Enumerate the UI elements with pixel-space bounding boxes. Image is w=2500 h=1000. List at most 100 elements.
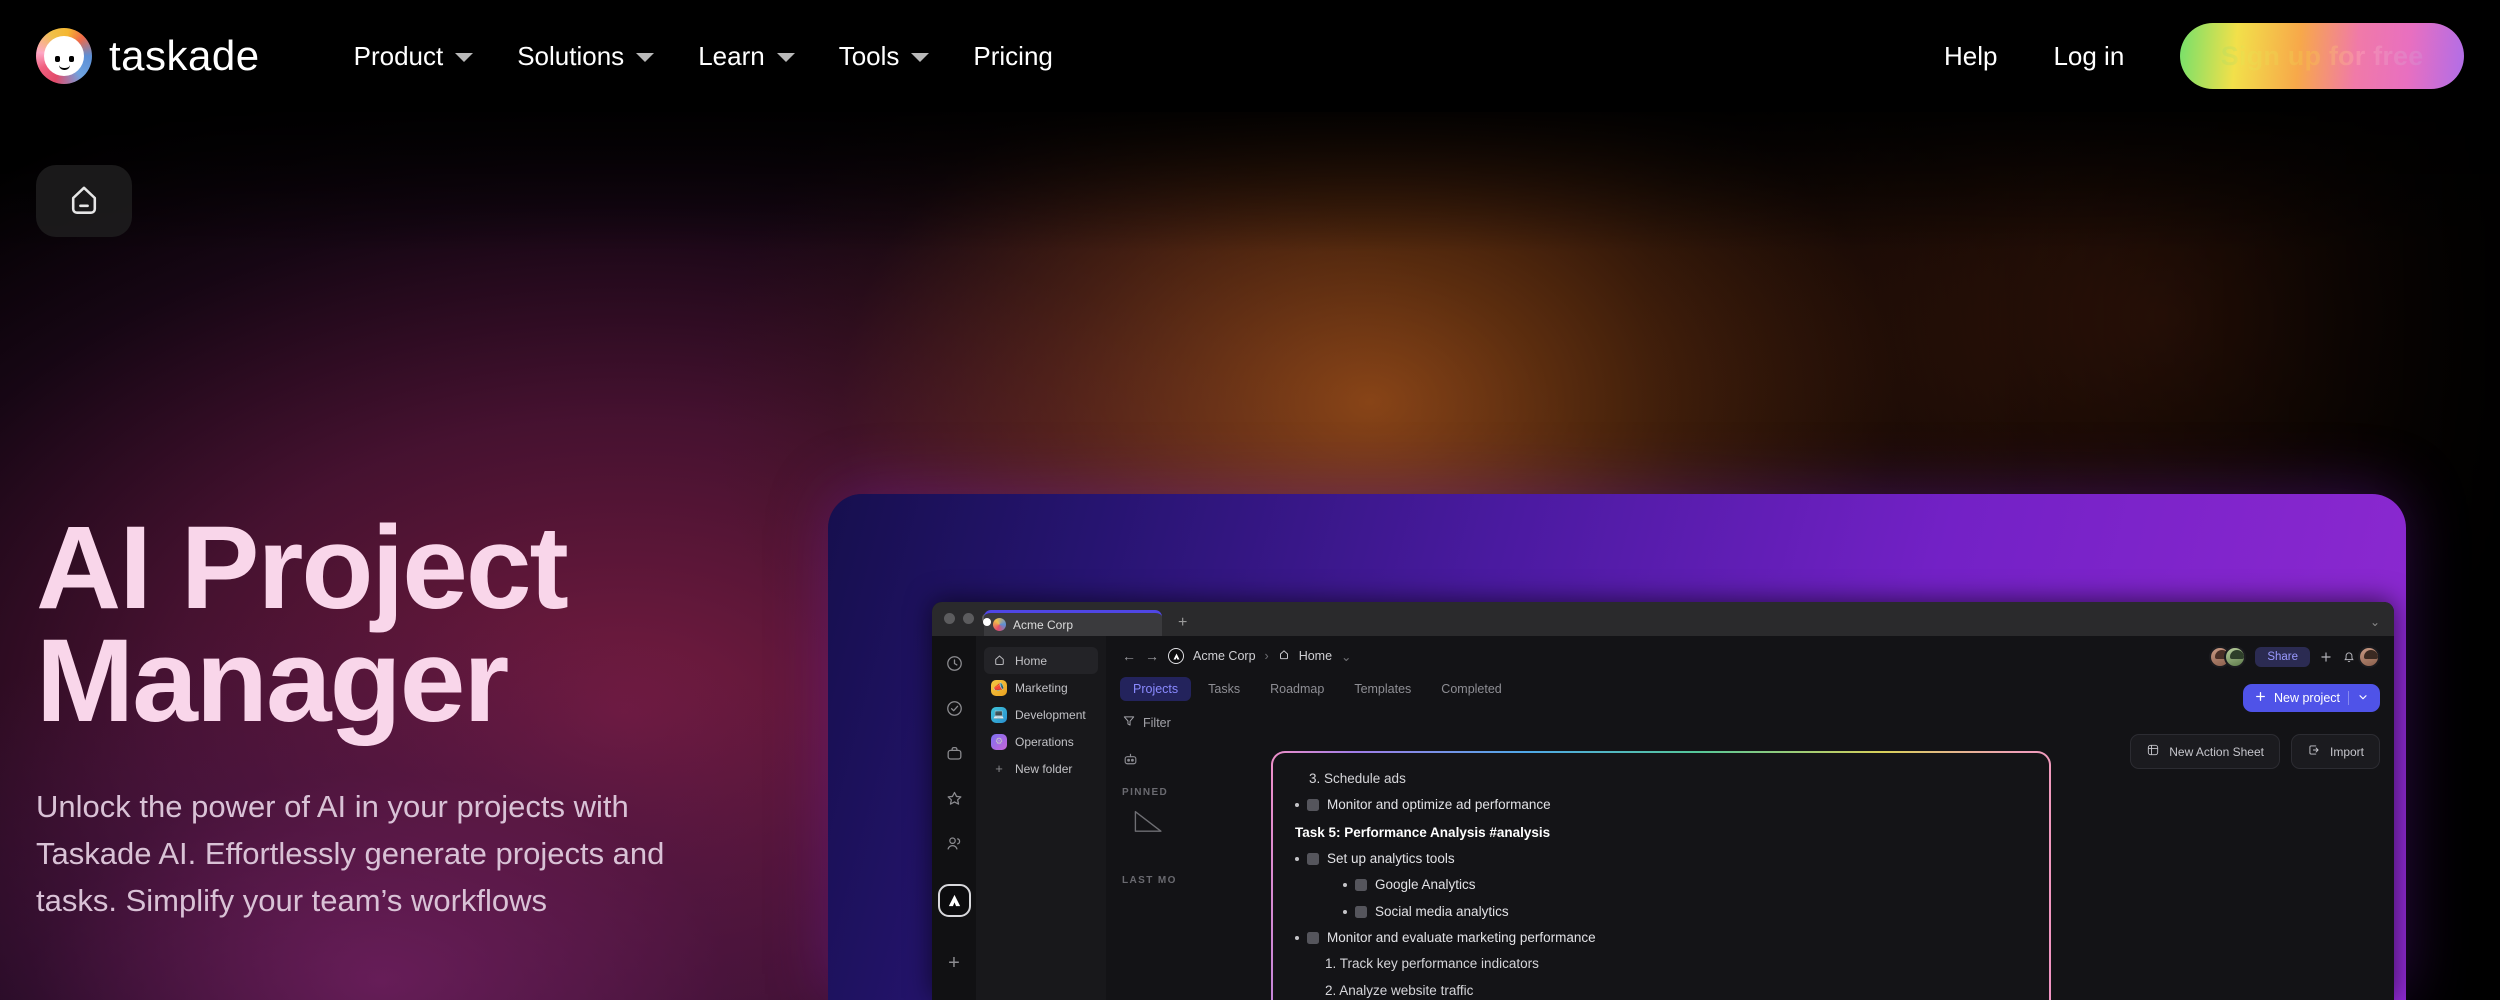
home-icon	[991, 653, 1007, 669]
task-text: Social media analytics	[1375, 903, 1509, 919]
new-action-sheet-button[interactable]: New Action Sheet	[2130, 734, 2280, 769]
avatar[interactable]	[2358, 646, 2380, 668]
add-workspace-button[interactable]: +	[948, 952, 960, 975]
new-action-sheet-label: New Action Sheet	[2169, 744, 2264, 759]
ruler-icon	[1134, 810, 1162, 832]
app-content: + Home 📣 Marketing 💻 Development ⚙ Opera…	[932, 636, 2394, 1000]
bell-icon[interactable]	[2342, 650, 2356, 664]
operations-folder-icon: ⚙	[991, 733, 1007, 750]
chevron-down-icon	[911, 53, 930, 62]
sidebar-label-development: Development	[1015, 707, 1086, 722]
checkbox-icon[interactable]	[1355, 905, 1367, 918]
chevron-down-icon[interactable]	[2357, 691, 2369, 706]
arrow-left-icon[interactable]: ←	[1122, 648, 1136, 664]
funnel-icon	[1122, 714, 1136, 731]
tab-completed[interactable]: Completed	[1428, 677, 1514, 701]
filter-button[interactable]: Filter	[1106, 701, 2394, 731]
nav-item-pricing[interactable]: Pricing	[951, 31, 1074, 82]
task-item[interactable]: Monitor and optimize ad performance	[1295, 792, 2027, 818]
chevron-down-icon	[455, 53, 474, 62]
minimize-icon[interactable]	[963, 613, 974, 624]
sidebar-label-marketing: Marketing	[1015, 680, 1068, 695]
browser-tab-acme-corp[interactable]: Acme Corp	[984, 610, 1162, 636]
chevron-down-icon[interactable]: ⌄	[2370, 615, 2380, 629]
tab-tasks[interactable]: Tasks	[1195, 677, 1253, 701]
top-right-actions: Share	[2209, 646, 2380, 668]
help-link[interactable]: Help	[1916, 31, 2025, 82]
star-icon[interactable]	[941, 785, 967, 811]
sidebar-label-operations: Operations	[1015, 734, 1074, 749]
robot-icon	[1122, 751, 1139, 771]
checkbox-icon[interactable]	[1355, 879, 1367, 892]
primary-nav-links: Product Solutions Learn Tools Pricing	[332, 31, 1075, 82]
bullet-icon	[1295, 936, 1299, 941]
workspace-logo-icon[interactable]	[937, 884, 971, 917]
people-icon[interactable]	[941, 830, 967, 856]
breadcrumb-page[interactable]: Home	[1299, 649, 1332, 663]
task-text: Set up analytics tools	[1327, 850, 1455, 866]
bullet-icon	[1343, 909, 1347, 914]
landing-page: taskade Product Solutions Learn Tools Pr…	[0, 0, 2500, 1000]
task-item[interactable]: Google Analytics	[1295, 872, 2027, 898]
signup-button[interactable]: Sign up for free	[2183, 26, 2462, 87]
checkbox-icon[interactable]	[1307, 932, 1319, 945]
new-tab-button[interactable]: +	[1178, 615, 1187, 631]
import-button[interactable]: Import	[2290, 734, 2380, 769]
sidebar-item-home[interactable]: Home	[984, 647, 1098, 674]
nav-label-learn: Learn	[698, 40, 765, 71]
tab-projects[interactable]: Projects	[1120, 677, 1192, 701]
home-icon	[1278, 649, 1290, 664]
sidebar-label-home: Home	[1015, 653, 1048, 668]
sidebar-item-development[interactable]: 💻 Development	[984, 701, 1098, 728]
page-title: AI Project Manager	[36, 509, 796, 740]
nav-label-tools: Tools	[838, 40, 900, 71]
breadcrumb-workspace[interactable]: Acme Corp	[1193, 649, 1256, 663]
icon-rail: +	[932, 636, 976, 1000]
hero-heading-line-1: AI Project	[36, 502, 569, 634]
close-icon[interactable]	[944, 613, 955, 624]
task-item[interactable]: Social media analytics	[1295, 899, 2027, 925]
checkbox-icon[interactable]	[1307, 853, 1319, 866]
arrow-right-icon[interactable]: →	[1145, 648, 1159, 664]
share-button[interactable]: Share	[2255, 647, 2310, 667]
task-item[interactable]: 3. Schedule ads	[1295, 766, 2027, 792]
avatar[interactable]	[2224, 646, 2247, 668]
task-text: 3. Schedule ads	[1309, 771, 1406, 786]
nav-item-solutions[interactable]: Solutions	[495, 31, 676, 82]
checkbox-icon[interactable]	[1307, 799, 1319, 812]
top-navigation-bar: taskade Product Solutions Learn Tools Pr…	[0, 0, 2500, 112]
task-item[interactable]: 2. Analyze website traffic	[1295, 978, 2027, 1000]
signup-button-border: Sign up for free	[2180, 23, 2464, 89]
login-link[interactable]: Log in	[2025, 31, 2152, 82]
task-item[interactable]: Monitor and evaluate marketing performan…	[1295, 925, 2027, 951]
clock-icon[interactable]	[941, 650, 967, 676]
sidebar-item-marketing[interactable]: 📣 Marketing	[984, 674, 1098, 701]
marketing-folder-icon: 📣	[991, 679, 1007, 696]
task-item[interactable]: Set up analytics tools	[1295, 846, 2027, 872]
plus-icon[interactable]	[2319, 650, 2333, 664]
tab-roadmap[interactable]: Roadmap	[1257, 677, 1337, 701]
quick-actions-row: New Action Sheet Import	[2130, 734, 2380, 769]
new-project-label: New project	[2274, 691, 2340, 705]
hero-heading-line-2: Manager	[36, 615, 509, 748]
workspace-avatar-icon	[993, 618, 1006, 631]
nav-item-product[interactable]: Product	[332, 31, 496, 82]
nav-item-tools[interactable]: Tools	[817, 31, 952, 82]
plus-icon: +	[995, 761, 1003, 776]
briefcase-icon[interactable]	[941, 740, 967, 766]
task-text: Monitor and optimize ad performance	[1327, 797, 1551, 813]
sidebar-item-operations[interactable]: ⚙ Operations	[984, 728, 1098, 755]
new-project-button[interactable]: New project	[2243, 684, 2380, 712]
sidebar-item-new-folder[interactable]: + New folder	[984, 755, 1098, 782]
check-circle-icon[interactable]	[941, 695, 967, 721]
bullet-icon	[1295, 803, 1299, 808]
task-item[interactable]: 1. Track key performance indicators	[1295, 951, 2027, 977]
home-floating-button[interactable]	[36, 165, 132, 237]
nav-item-learn[interactable]: Learn	[676, 31, 817, 82]
bullet-icon	[1295, 857, 1299, 862]
chevron-down-icon[interactable]: ⌄	[1341, 649, 1351, 664]
breadcrumb-separator: ›	[1264, 649, 1269, 663]
brand-logo-link[interactable]: taskade	[36, 28, 260, 84]
app-window: Acme Corp + ⌄ + Home 📣 Marketing 💻 Devel…	[932, 602, 2394, 1000]
tab-templates[interactable]: Templates	[1341, 677, 1424, 701]
